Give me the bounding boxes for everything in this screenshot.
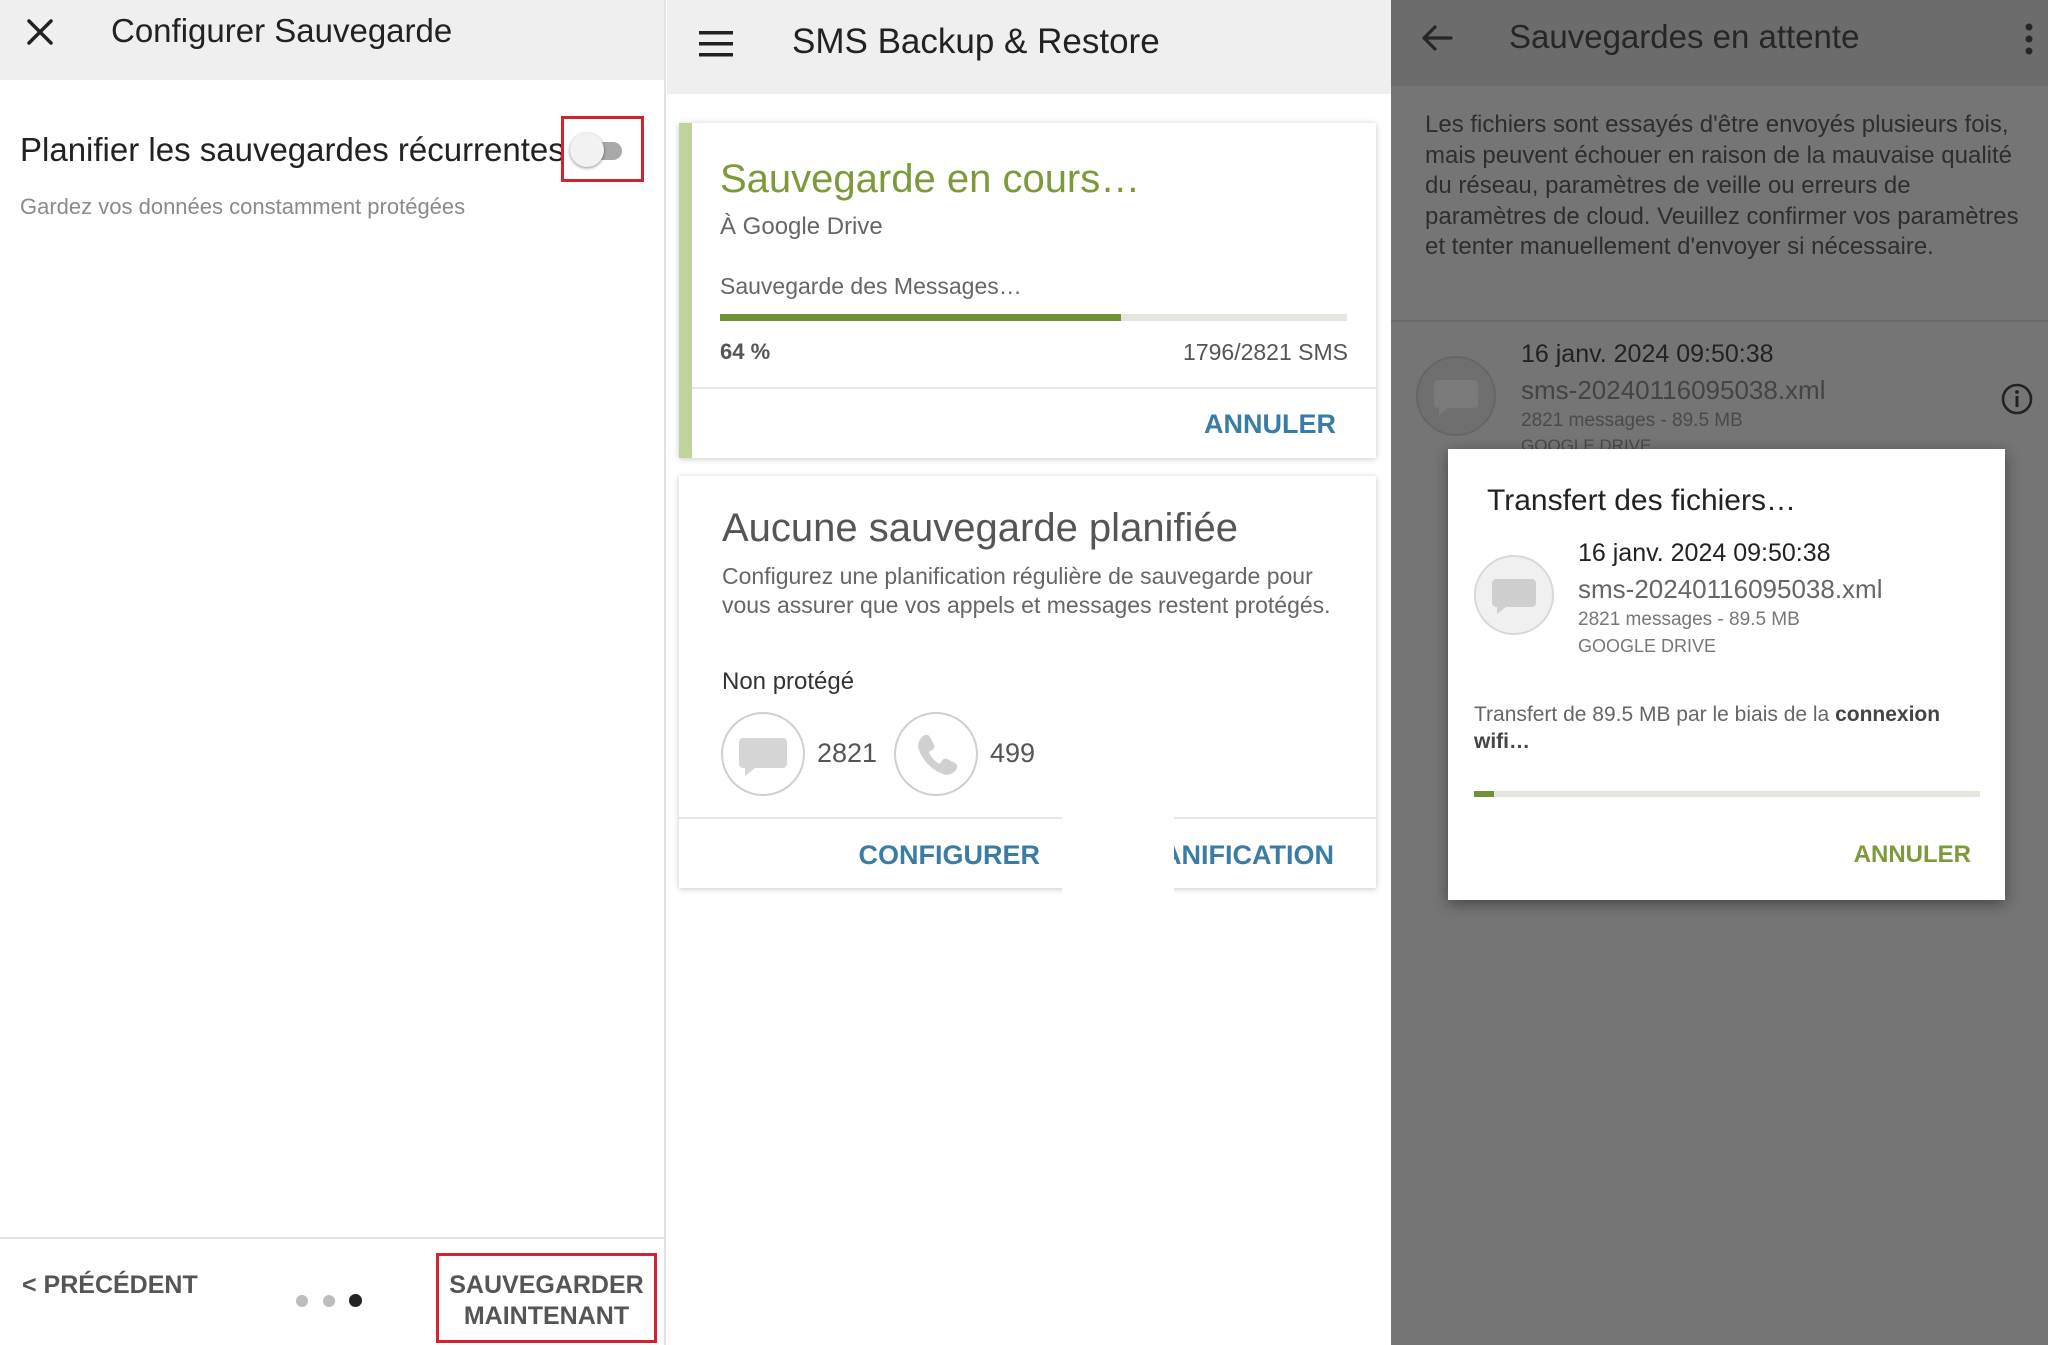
pager-dot-1 [296,1295,308,1307]
home-screen: SMS Backup & Restore Sauvegarde en cours… [667,0,1391,1345]
top-bar: Configurer Sauvegarde [0,0,664,80]
transfer-progress-fill [1474,791,1495,797]
toggle-knob[interactable] [570,133,604,167]
recurring-backup-subtitle: Gardez vos données constamment protégées [20,194,466,219]
setup-backup-screen: Configurer Sauvegarde Planifier les sauv… [0,0,666,1345]
schedule-card: Aucune sauvegarde planifiée Configurez u… [679,476,1376,888]
backup-title: Sauvegarde en cours… [720,157,1141,201]
hamburger-menu-icon[interactable] [697,26,737,62]
dialog-destination: GOOGLE DRIVE [1578,636,1717,656]
page-title: Configurer Sauvegarde [111,12,453,49]
pending-item-meta: 2821 messages - 89.5 MB [1521,410,1743,431]
backup-progress-card: Sauvegarde en cours… À Google Drive Sauv… [679,123,1376,458]
pager-dot-3 [349,1294,362,1307]
pending-backups-screen: Sauvegardes en attente Les fichiers sont… [1391,0,2048,1345]
app-title: SMS Backup & Restore [792,22,1160,61]
pager-dot-2 [323,1295,335,1307]
app-bar: Sauvegardes en attente [1391,0,2048,86]
schedule-title: Aucune sauvegarde planifiée [722,506,1238,550]
transfer-text-main: Transfert de 89.5 MB par le biais de la [1474,703,1836,726]
transfer-text: Transfert de 89.5 MB par le biais de la … [1474,701,1984,755]
backup-count: 1796/2821 SMS [1183,339,1348,365]
pending-item-date: 16 janv. 2024 09:50:38 [1521,340,1774,368]
message-icon [1474,555,1554,635]
save-now-line-1: SAUVEGARDER [449,1271,644,1299]
recurring-backup-highlight [561,116,644,182]
schedule-description: Configurez une planification régulière d… [722,563,1331,618]
divider [692,387,1376,389]
bottom-nav: < PRÉCÉDENT SAUVEGARDER MAINTENANT [0,1237,664,1345]
pending-description: Les fichiers sont essayés d'être envoyés… [1425,111,2019,260]
more-options-icon[interactable] [2024,22,2034,56]
backup-status: Sauvegarde des Messages… [720,273,1022,299]
calls-count: 499 [990,738,1036,768]
info-icon[interactable] [2000,382,2034,416]
save-now-line-2: MAINTENANT [463,1302,630,1330]
divider [1391,320,2048,322]
dialog-date: 16 janv. 2024 09:50:38 [1578,539,1831,567]
phone-icon [894,712,978,796]
pending-item-filename[interactable]: sms-20240116095038.xml [1521,375,1825,406]
save-now-button[interactable]: SAUVEGARDER MAINTENANT [436,1253,657,1343]
divider [679,817,1376,819]
cancel-transfer-button[interactable]: ANNULER [1854,841,1971,869]
overlay-shape [1062,760,1174,1345]
backup-destination: À Google Drive [720,213,883,240]
messages-count: 2821 [817,738,878,768]
protection-status: Non protégé [722,668,855,695]
app-bar: SMS Backup & Restore [667,0,1391,94]
backup-percent: 64 % [720,339,771,364]
transfer-text-ellipsis: … [1509,730,1530,753]
cancel-backup-button[interactable]: ANNULER [1204,409,1336,440]
backup-progress-fill [720,314,1122,321]
back-arrow-icon[interactable] [1419,20,1455,56]
dialog-meta: 2821 messages - 89.5 MB [1578,609,1800,630]
dialog-filename: sms-20240116095038.xml [1578,574,1883,604]
message-icon [721,712,805,796]
backup-progress-bar [720,314,1347,321]
schedule-button[interactable]: ANIFICATION [1162,840,1334,870]
transfer-dialog: Transfert des fichiers… 16 janv. 2024 09… [1448,449,2005,900]
page-title: Sauvegardes en attente [1509,18,1860,55]
dialog-title: Transfert des fichiers… [1487,484,1796,517]
previous-button[interactable]: < PRÉCÉDENT [22,1271,198,1300]
close-icon[interactable] [20,12,60,52]
transfer-progress-bar [1474,791,1980,797]
message-icon [1416,356,1496,436]
recurring-backup-label: Planifier les sauvegardes récurrentes [20,131,565,168]
configure-schedule-button[interactable]: CONFIGURER [859,840,1041,870]
